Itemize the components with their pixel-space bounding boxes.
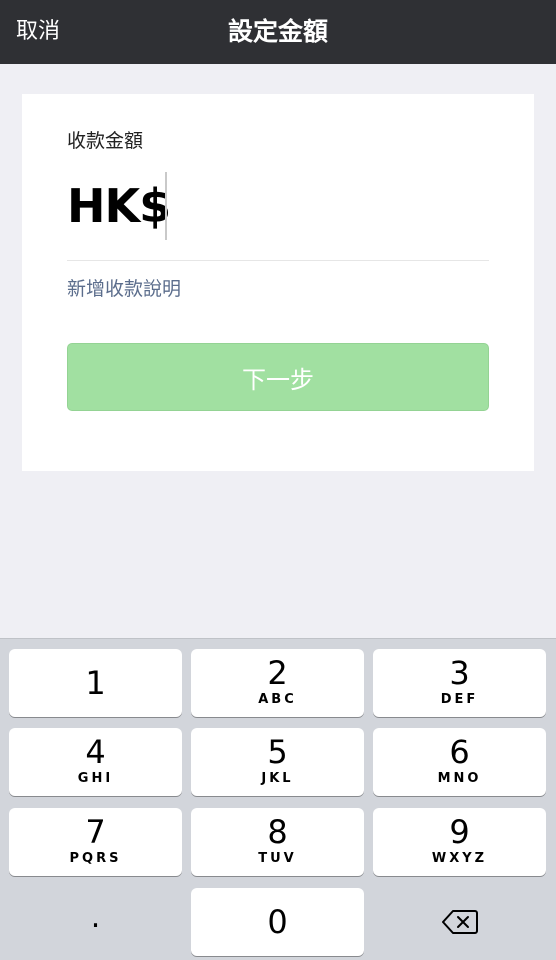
key-digit: 2 [267, 654, 288, 692]
currency-symbol: HK$ [67, 179, 171, 233]
key-5[interactable]: 5 JKL [191, 728, 364, 796]
numeric-keypad: 1 2 ABC 3 DEF 4 GHI 5 JKL 6 MNO 7 PQRS 8… [0, 638, 556, 960]
amount-row: HK$ [67, 172, 489, 240]
key-letters: PQRS [69, 851, 122, 866]
key-digit: 0 [267, 903, 288, 941]
key-letters: ABC [258, 692, 297, 707]
page-title: 設定金額 [227, 17, 328, 46]
backspace-icon [441, 910, 478, 934]
key-2[interactable]: 2 ABC [191, 649, 364, 717]
key-digit: 8 [267, 813, 288, 851]
key-letters: MNO [437, 771, 482, 786]
key-letters: GHI [77, 771, 114, 786]
divider [67, 260, 489, 261]
key-digit: . [90, 900, 101, 935]
add-description-link[interactable]: 新增收款說明 [67, 274, 181, 301]
key-digit: 4 [85, 733, 106, 771]
key-digit: 1 [85, 664, 106, 702]
key-1[interactable]: 1 [9, 649, 182, 717]
key-0[interactable]: 0 [191, 888, 364, 956]
key-digit: 7 [85, 813, 106, 851]
amount-input[interactable] [165, 172, 485, 240]
key-4[interactable]: 4 GHI [9, 728, 182, 796]
navigation-bar: 取消 設定金額 [0, 0, 556, 64]
key-8[interactable]: 8 TUV [191, 808, 364, 876]
backspace-key[interactable] [373, 888, 546, 956]
key-letters: TUV [258, 851, 297, 866]
key-decimal[interactable]: . [9, 888, 182, 956]
key-6[interactable]: 6 MNO [373, 728, 546, 796]
cancel-button[interactable]: 取消 [16, 0, 60, 64]
key-digit: 5 [267, 733, 288, 771]
key-digit: 9 [449, 813, 470, 851]
key-letters: WXYZ [431, 851, 488, 866]
key-7[interactable]: 7 PQRS [9, 808, 182, 876]
key-digit: 3 [449, 654, 470, 692]
amount-label: 收款金額 [67, 130, 144, 152]
key-letters: JKL [261, 771, 294, 786]
next-step-button[interactable]: 下一步 [67, 343, 489, 411]
amount-card: 收款金額 HK$ 新增收款說明 下一步 [22, 94, 534, 471]
key-digit: 6 [449, 733, 470, 771]
key-letters: DEF [440, 692, 479, 707]
key-3[interactable]: 3 DEF [373, 649, 546, 717]
key-9[interactable]: 9 WXYZ [373, 808, 546, 876]
